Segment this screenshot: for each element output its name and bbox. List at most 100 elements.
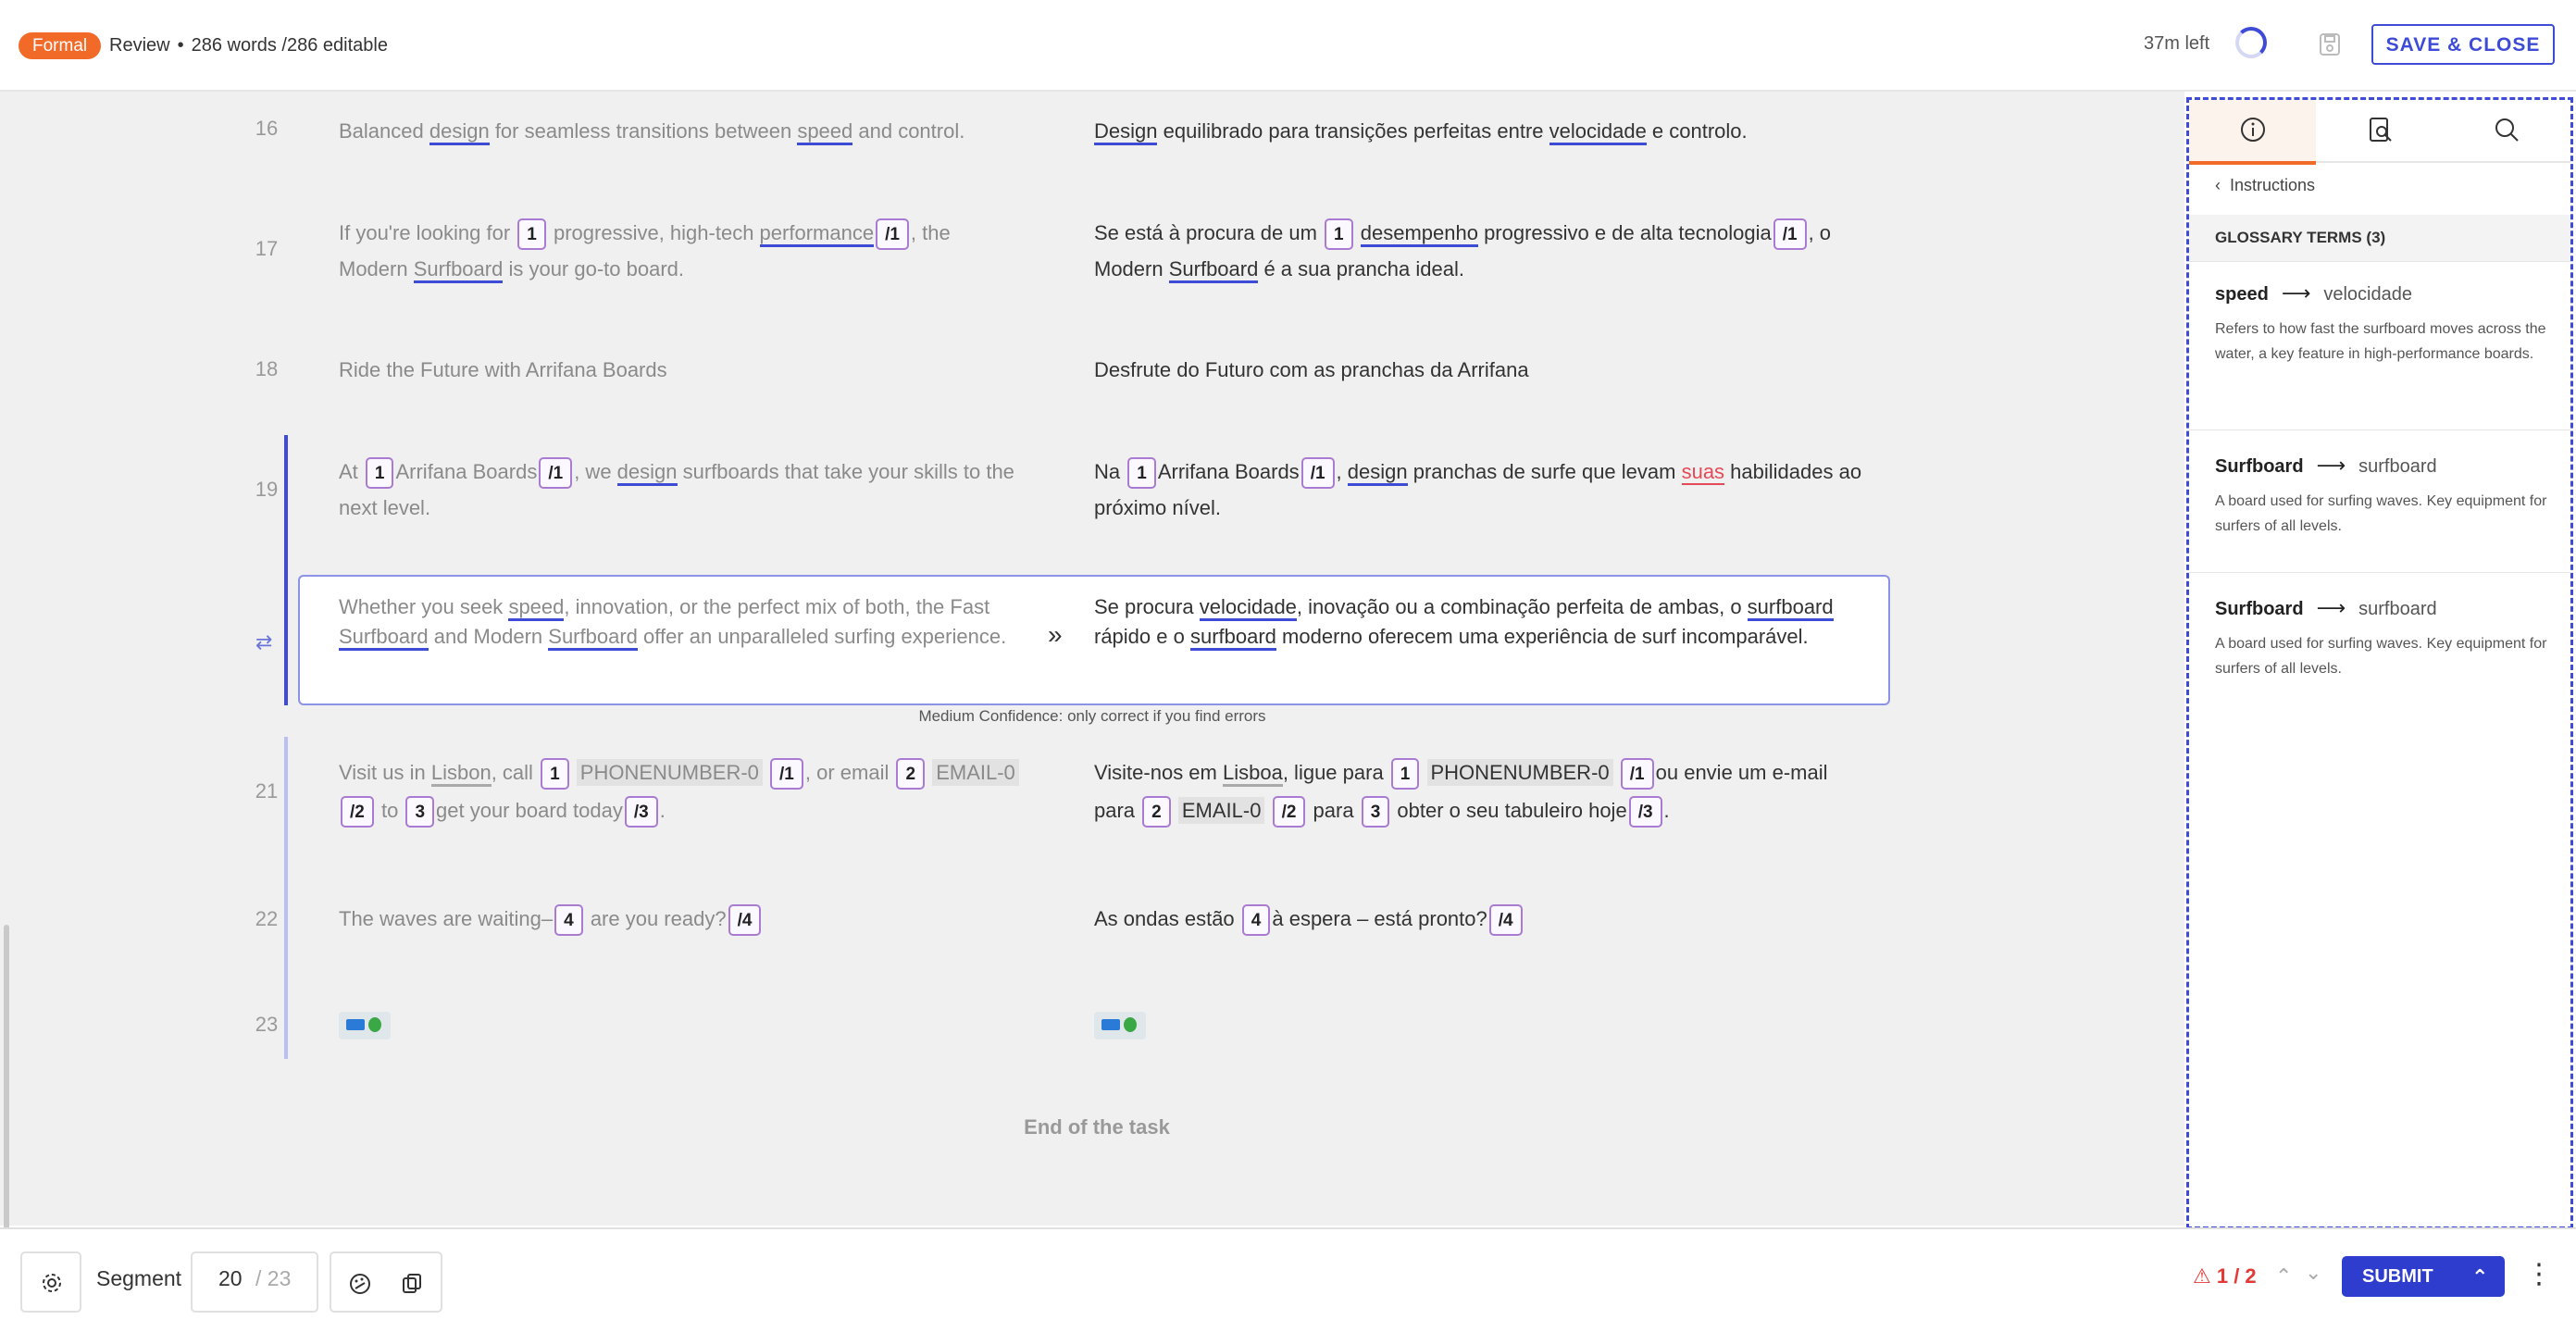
end-of-task: End of the task [1024,1115,1170,1139]
target-text[interactable]: Na 1 Arrifana Boards/1, design pranchas d… [1094,454,1872,526]
location-term[interactable]: Lisbon [430,761,492,787]
flagged-word[interactable]: suas [1681,460,1725,485]
task-info: Review • 286 words /286 editable [109,35,388,56]
tag-close[interactable]: /2 [341,796,374,828]
tag-close[interactable]: /3 [1628,796,1662,828]
tag-close[interactable]: /1 [1620,758,1654,790]
confidence-note: Medium Confidence: only correct if you f… [918,707,1266,725]
glossary-term[interactable]: design [1347,460,1408,486]
swap-icon[interactable]: ⇄ [255,630,272,654]
tag-open[interactable]: 2 [896,758,926,790]
glossary-term[interactable]: speed [797,119,853,145]
glossary-term[interactable]: velocidade [1549,119,1647,145]
copy-source-icon[interactable]: » [1048,620,1063,650]
tab-info[interactable] [2189,100,2316,165]
tag-close[interactable]: /1 [770,758,803,790]
instructions-label: Instructions [2230,176,2316,194]
term-source: Surfboard [2215,599,2304,619]
glossary-term[interactable]: Design [1094,119,1158,145]
tag-close[interactable]: /1 [1773,218,1807,251]
tag-close[interactable]: /4 [1488,904,1523,937]
copy-icon[interactable] [400,1272,424,1296]
glossary-term[interactable]: speed [508,595,565,621]
tag-open[interactable]: 2 [1142,796,1171,828]
segment-number: 23 [255,1013,279,1036]
location-term[interactable]: Lisboa [1222,761,1283,787]
source-text: Ride the Future with Arrifana Boards [339,358,667,381]
glossary-term-row: speed ⟶ velocidade [2215,281,2412,305]
tag-open[interactable]: 1 [1325,218,1353,251]
tag-open[interactable]: 1 [1127,457,1156,490]
segment-input[interactable] [191,1251,318,1313]
tag-close[interactable]: /1 [539,457,573,490]
chevron-up-icon[interactable]: ⌃ [2471,1265,2488,1289]
term-target: surfboard [2358,456,2437,477]
target-text[interactable]: Design equilibrado para transições perfe… [1094,113,1872,149]
tag-open[interactable]: 4 [1241,904,1271,937]
source-text: The waves are waiting– 4 are you ready?/4 [339,901,1024,937]
tag-close[interactable]: /1 [1300,457,1335,490]
instructions-link[interactable]: ‹ Instructions [2215,176,2315,195]
placeholder: PHONENUMBER-0 [1426,759,1613,786]
glossary-term[interactable]: velocidade [1199,595,1297,621]
target-text[interactable]: As ondas estão 4à espera – está pronto? /… [1094,901,1872,937]
tag-open[interactable]: 1 [1390,758,1420,790]
document-search-icon [2369,118,2392,142]
chevron-left-icon: ‹ [2215,176,2221,194]
term-source: speed [2215,284,2269,305]
term-description: A board used for surfing waves. Key equi… [2215,493,2547,534]
tab-search[interactable] [2443,100,2570,161]
tag-close[interactable]: /4 [728,904,762,937]
glossary-term[interactable]: performance [759,221,875,247]
term-source: Surfboard [2215,456,2304,477]
glossary-term-row: Surfboard ⟶ surfboard [2215,454,2437,478]
target-text[interactable]: Desfrute do Futuro com as pranchas da Ar… [1094,352,1872,388]
glossary-term[interactable]: Surfboard [339,625,429,651]
glossary-term[interactable]: design [429,119,490,145]
tag-close[interactable]: /1 [876,218,909,251]
tag-open[interactable]: 1 [365,457,394,490]
glossary-term[interactable]: surfboard [1747,595,1834,621]
segment-number: 19 [255,478,279,501]
next-issue-icon[interactable]: ⌄ [2305,1261,2321,1285]
glossary-title: GLOSSARY TERMS (3) [2215,229,2386,246]
timer-progress-icon [2235,27,2267,58]
tag-close[interactable]: /2 [1272,796,1306,828]
target-editor[interactable]: Se procura velocidade, inovação ou a com… [1094,592,1872,652]
tag-close[interactable]: /3 [624,796,658,828]
glossary-term[interactable]: Surfboard [548,625,638,651]
prev-issue-icon[interactable]: ⌃ [2275,1264,2292,1288]
tag-open[interactable]: 3 [1361,796,1390,828]
source-text: Visit us in Lisbon, call 1 PHONENUMBER-0… [339,753,1024,829]
glossary-term[interactable]: desempenho [1360,221,1478,247]
panel-tabs [2189,100,2570,165]
glossary-term[interactable]: Surfboard [413,257,504,283]
save-and-close-button[interactable]: SAVE & CLOSE [2371,24,2555,65]
side-panel: ‹ Instructions GLOSSARY TERMS (3) speed ⟶… [2186,97,2573,1229]
term-description: Refers to how fast the surfboard moves a… [2215,321,2546,362]
tag-open[interactable]: 3 [405,796,435,828]
issues-indicator[interactable]: ⚠ 1 / 2 [2193,1264,2257,1288]
target-text[interactable] [1094,1006,1872,1042]
glossary-term[interactable]: Surfboard [1168,257,1259,283]
emoji-image [1094,1012,1146,1040]
warning-icon: ⚠ [2193,1264,2211,1288]
tag-open[interactable]: 4 [554,904,583,937]
submit-button[interactable]: SUBMIT ⌃ [2342,1256,2505,1297]
segment-number: 21 [255,779,279,803]
tag-open[interactable]: 1 [541,758,569,790]
more-options-icon[interactable]: ⋮ [2525,1261,2553,1288]
emoji-image [339,1012,391,1040]
save-icon[interactable] [2319,32,2341,56]
palette-icon[interactable] [348,1272,372,1296]
glossary-term[interactable]: surfboard [1189,625,1276,651]
glossary-item: speed ⟶ velocidade Refers to how fast the … [2189,261,2570,430]
tab-document-search[interactable] [2316,100,2443,161]
target-text[interactable]: Se está à procura de um 1 desempenho pro… [1094,215,1872,287]
source-text: Whether you seek speed, innovation, or t… [339,592,1024,652]
glossary-term[interactable]: design [616,460,678,486]
tag-open[interactable]: 1 [517,218,546,251]
current-segment[interactable]: 20 [218,1266,243,1291]
target-text[interactable]: Visite-nos em Lisboa, ligue para 1 PHONE… [1094,753,1872,829]
settings-button[interactable] [20,1251,81,1313]
